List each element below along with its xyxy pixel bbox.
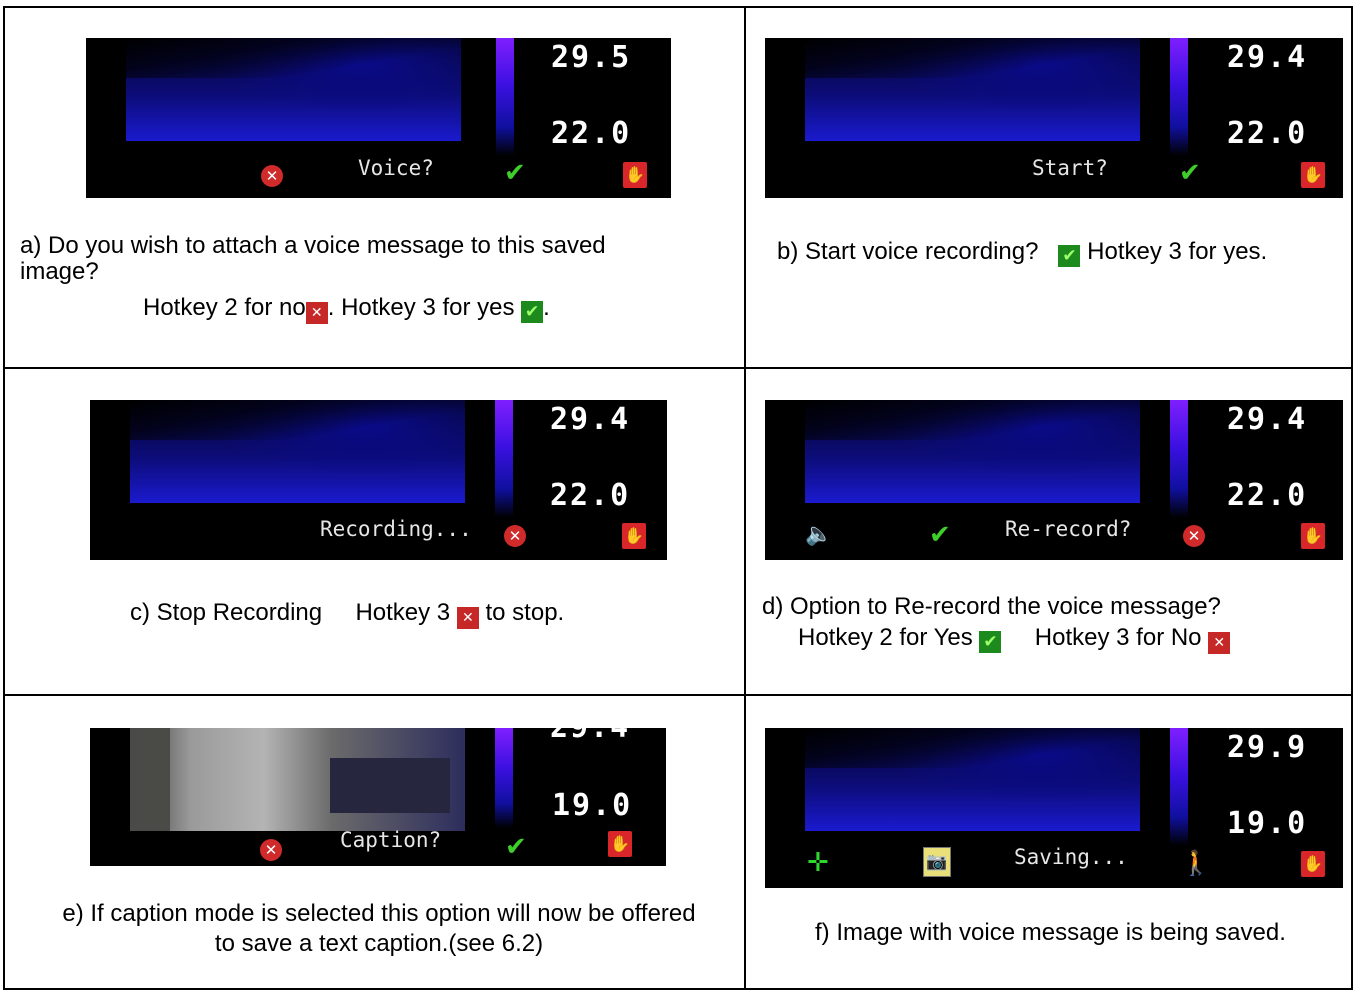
caption-a-yes-text: . Hotkey 3 for yes — [327, 294, 515, 321]
checkmark-icon[interactable]: ✔ — [1179, 160, 1201, 186]
photo-object — [130, 728, 170, 831]
caption-a-no-text: Hotkey 2 for no — [143, 294, 306, 321]
grid-divider-row2 — [3, 694, 1353, 696]
caption-f: f) Image with voice message is being sav… — [815, 919, 1286, 946]
checkmark-icon: ✔ — [1058, 245, 1081, 267]
max-temperature: 29.4 — [550, 728, 630, 745]
camera-screen-e: 29.4 19.0 ✕ Caption? ✔ ✋ — [90, 728, 666, 866]
temperature-scale-bar — [495, 400, 513, 518]
cancel-icon: ✕ — [456, 607, 479, 629]
prompt-text: Saving... — [1014, 845, 1128, 869]
prompt-text: Re-record? — [1005, 517, 1132, 541]
caption-a-line3: Hotkey 2 for no ✕. Hotkey 3 for yes ✔. — [20, 293, 735, 324]
caption-b: b) Start voice recording? ✔ Hotkey 3 for… — [777, 237, 1347, 267]
caption-c-text: c) Stop Recording — [130, 599, 323, 626]
caption-e: e) If caption mode is selected this opti… — [20, 899, 738, 959]
caption-d-line1: d) Option to Re-record the voice message… — [762, 593, 1221, 620]
cancel-icon[interactable]: ✕ — [504, 525, 526, 547]
speaker-icon[interactable]: 🔈 — [805, 522, 832, 547]
checkmark-icon[interactable]: ✔ — [505, 834, 527, 860]
prompt-text: Recording... — [320, 517, 472, 541]
stop-hand-icon[interactable]: ✋ — [1301, 162, 1325, 188]
min-temperature: 19.0 — [1227, 806, 1308, 841]
camera-screen-d: 29.4 22.0 🔈 ✔ Re-record? ✕ ✋ — [765, 400, 1343, 560]
thermal-image — [805, 38, 1140, 141]
caption-e-line2: to save a text caption.(see 6.2) — [214, 930, 544, 957]
cancel-icon[interactable]: ✕ — [261, 165, 283, 187]
cancel-icon[interactable]: ✕ — [1183, 525, 1205, 547]
thermal-image — [805, 400, 1140, 503]
temperature-scale-bar — [1170, 38, 1188, 156]
grid-divider-vertical — [744, 6, 746, 990]
stop-hand-icon[interactable]: ✋ — [623, 162, 647, 188]
photo-object — [330, 758, 450, 813]
thermal-image — [805, 728, 1140, 831]
crosshair-icon[interactable]: ✛ — [807, 850, 829, 876]
temperature-scale-bar — [1170, 728, 1188, 846]
thermal-image — [130, 400, 465, 503]
checkmark-icon[interactable]: ✔ — [929, 522, 951, 548]
camera-screen-c: 29.4 22.0 Recording... ✕ ✋ — [90, 400, 667, 560]
checkmark-icon: ✔ — [521, 301, 544, 323]
caption-d: d) Option to Re-record the voice message… — [762, 592, 1347, 654]
prompt-text: Start? — [1032, 156, 1108, 180]
grid-divider-row1 — [3, 367, 1353, 369]
caption-a-period: . — [543, 294, 550, 321]
max-temperature: 29.4 — [550, 402, 631, 437]
camera-screen-b: 29.4 22.0 Start? ✔ ✋ — [765, 38, 1343, 198]
cancel-icon: ✕ — [1208, 632, 1231, 654]
max-temperature: 29.9 — [1227, 730, 1308, 765]
caption-d-yes: Hotkey 2 for Yes — [798, 624, 973, 651]
visual-photo-image — [130, 728, 465, 831]
caption-d-no: Hotkey 3 for No — [1034, 624, 1202, 651]
walking-person-icon[interactable]: 🚶 — [1181, 849, 1211, 877]
checkmark-icon: ✔ — [979, 631, 1002, 653]
camera-screen-a: 29.5 22.0 ✕ Voice? ✔ ✋ — [86, 38, 671, 198]
caption-d-line2: Hotkey 2 for Yes ✔ Hotkey 3 for No ✕ — [762, 623, 1347, 654]
min-temperature: 22.0 — [1227, 116, 1308, 151]
checkmark-icon[interactable]: ✔ — [504, 160, 526, 186]
temperature-scale-bar — [495, 728, 513, 828]
stop-hand-icon[interactable]: ✋ — [1301, 851, 1325, 877]
cancel-icon[interactable]: ✕ — [260, 839, 282, 861]
temperature-scale-bar — [496, 38, 514, 156]
thermal-image — [126, 38, 461, 141]
caption-a-line2: image? — [20, 258, 99, 285]
caption-c-hotkey: Hotkey 3 — [355, 599, 451, 626]
min-temperature: 22.0 — [551, 116, 632, 151]
stop-hand-icon[interactable]: ✋ — [1301, 523, 1325, 549]
stop-hand-icon[interactable]: ✋ — [608, 831, 632, 857]
camera-screen-f: 29.9 19.0 ✛ 📷 Saving... 🚶 ✋ — [765, 728, 1343, 888]
max-temperature: 29.4 — [1227, 402, 1308, 437]
min-temperature: 22.0 — [1227, 478, 1308, 513]
caption-c: c) Stop Recording Hotkey 3 ✕ to stop. — [130, 598, 730, 629]
max-temperature: 29.4 — [1227, 40, 1308, 75]
camera-icon[interactable]: 📷 — [923, 847, 951, 877]
caption-a: a) Do you wish to attach a voice message… — [20, 231, 735, 324]
temperature-scale-bar — [1170, 400, 1188, 518]
cancel-icon: ✕ — [305, 302, 328, 324]
caption-b-hotkey: Hotkey 3 for yes. — [1087, 238, 1268, 265]
stop-hand-icon[interactable]: ✋ — [622, 523, 646, 549]
max-temperature: 29.5 — [551, 40, 632, 75]
min-temperature: 22.0 — [550, 478, 631, 513]
caption-e-line1: e) If caption mode is selected this opti… — [62, 900, 696, 927]
caption-c-stop: to stop. — [485, 599, 565, 626]
caption-b-text: b) Start voice recording? — [777, 238, 1039, 265]
prompt-text: Voice? — [358, 156, 434, 180]
min-temperature: 19.0 — [552, 788, 633, 823]
prompt-text: Caption? — [340, 828, 442, 852]
